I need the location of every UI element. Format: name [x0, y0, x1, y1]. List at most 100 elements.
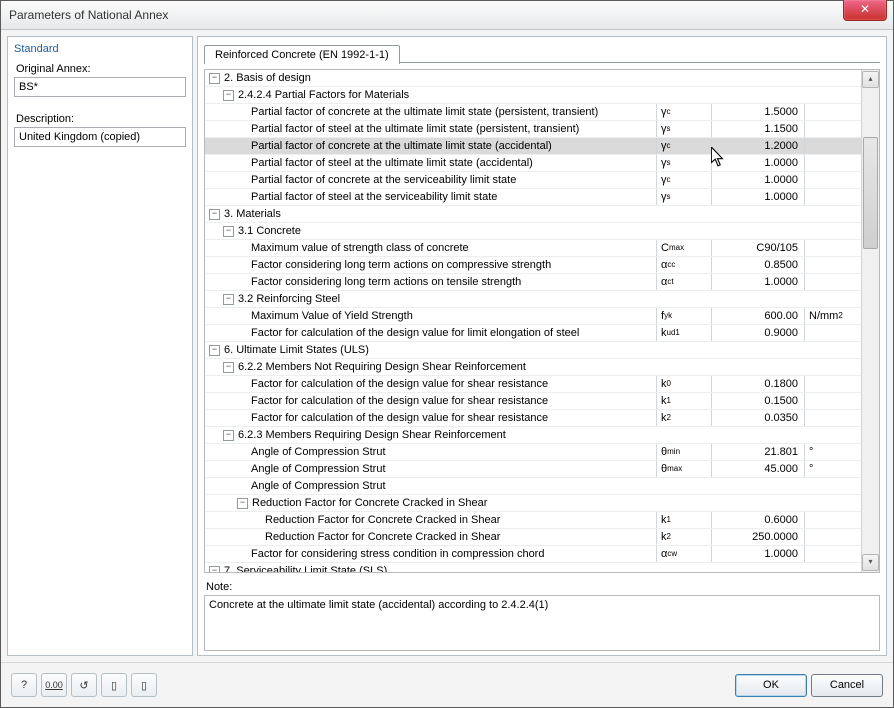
row-value[interactable]: 600.00	[711, 308, 804, 324]
expand-toggle[interactable]: −	[223, 294, 234, 305]
reset-button[interactable]: ↺	[71, 673, 97, 697]
row-label: 7. Serviceability Limit State (SLS)	[224, 565, 387, 572]
parameter-row[interactable]: Partial factor of steel at the ultimate …	[205, 121, 861, 138]
row-value[interactable]: 1.0000	[711, 546, 804, 562]
parameter-row[interactable]: Factor for considering stress condition …	[205, 546, 861, 563]
scroll-up-button[interactable]: ▴	[862, 71, 879, 88]
parameter-row[interactable]: −2. Basis of design	[205, 70, 861, 87]
parameter-row[interactable]: Partial factor of concrete at the ultima…	[205, 104, 861, 121]
parameter-row[interactable]: Partial factor of steel at the ultimate …	[205, 155, 861, 172]
tool-button-5[interactable]: ▯	[131, 673, 157, 697]
row-label: 2. Basis of design	[224, 72, 311, 84]
row-value[interactable]: 0.8500	[711, 257, 804, 273]
row-value[interactable]: 1.2000	[711, 138, 804, 154]
input-original-annex[interactable]	[14, 77, 186, 97]
scroll-thumb[interactable]	[863, 137, 878, 249]
row-value[interactable]: 250.0000	[711, 529, 804, 545]
close-icon: ✕	[860, 2, 870, 16]
close-button[interactable]: ✕	[843, 0, 887, 21]
expand-toggle[interactable]: −	[237, 498, 248, 509]
row-unit	[805, 495, 861, 511]
expand-toggle[interactable]: −	[223, 90, 234, 101]
row-unit	[805, 291, 861, 307]
row-value[interactable]: 0.0350	[711, 410, 804, 426]
expand-toggle[interactable]: −	[223, 430, 234, 441]
parameter-row[interactable]: −7. Serviceability Limit State (SLS)	[205, 563, 861, 572]
row-unit	[804, 376, 861, 392]
expand-toggle[interactable]: −	[223, 362, 234, 373]
row-symbol: θmax	[656, 461, 711, 477]
tool-button-4[interactable]: ▯	[101, 673, 127, 697]
row-symbol	[659, 206, 713, 222]
row-unit: °	[804, 461, 861, 477]
expand-toggle[interactable]: −	[209, 73, 220, 84]
row-symbol: γc	[656, 138, 711, 154]
row-value[interactable]: 0.1800	[711, 376, 804, 392]
cancel-button[interactable]: Cancel	[811, 674, 883, 697]
row-value[interactable]: 1.0000	[711, 274, 804, 290]
parameter-row[interactable]: Factor considering long term actions on …	[205, 257, 861, 274]
row-symbol	[659, 223, 713, 239]
help-button[interactable]: ?	[11, 673, 37, 697]
expand-toggle[interactable]: −	[209, 209, 220, 220]
parameter-row[interactable]: −6. Ultimate Limit States (ULS)	[205, 342, 861, 359]
parameter-row[interactable]: Angle of Compression Strutθmax45.000°	[205, 461, 861, 478]
parameter-row[interactable]: Partial factor of steel at the serviceab…	[205, 189, 861, 206]
row-value[interactable]: 0.1500	[711, 393, 804, 409]
row-value[interactable]: 0.6000	[711, 512, 804, 528]
row-value[interactable]: C90/105	[711, 240, 804, 256]
parameter-row[interactable]: −2.4.2.4 Partial Factors for Materials	[205, 87, 861, 104]
parameter-row[interactable]: Reduction Factor for Concrete Cracked in…	[205, 529, 861, 546]
scroll-down-button[interactable]: ▾	[862, 554, 879, 571]
parameter-row[interactable]: Angle of Compression Strut	[205, 478, 861, 495]
input-description[interactable]	[14, 127, 186, 147]
parameter-row[interactable]: −6.2.2 Members Not Requiring Design Shea…	[205, 359, 861, 376]
row-value[interactable]: 45.000	[711, 461, 804, 477]
row-value[interactable]: 1.0000	[711, 155, 804, 171]
row-value	[713, 563, 805, 572]
parameter-row[interactable]: Partial factor of concrete at the ultima…	[205, 138, 861, 155]
row-symbol: k2	[656, 410, 711, 426]
row-symbol: αct	[656, 274, 711, 290]
parameter-row[interactable]: Factor for calculation of the design val…	[205, 325, 861, 342]
row-value	[713, 478, 805, 494]
row-value[interactable]: 1.5000	[711, 104, 804, 120]
expand-toggle[interactable]: −	[209, 345, 220, 356]
row-unit	[805, 478, 861, 494]
expand-toggle[interactable]: −	[223, 226, 234, 237]
parameter-row[interactable]: Partial factor of concrete at the servic…	[205, 172, 861, 189]
parameter-row[interactable]: Maximum Value of Yield Strengthfyk600.00…	[205, 308, 861, 325]
parameter-row[interactable]: Angle of Compression Strutθmin21.801°	[205, 444, 861, 461]
row-label: Partial factor of concrete at the ultima…	[251, 140, 552, 152]
ok-button[interactable]: OK	[735, 674, 807, 697]
row-unit	[804, 138, 861, 154]
left-panel: Standard Original Annex: Description:	[7, 36, 193, 656]
row-label: Partial factor of steel at the ultimate …	[251, 157, 533, 169]
scrollbar-vertical[interactable]: ▴ ▾	[861, 70, 879, 572]
parameter-row[interactable]: Factor for calculation of the design val…	[205, 393, 861, 410]
parameter-row[interactable]: Factor considering long term actions on …	[205, 274, 861, 291]
row-value[interactable]: 0.9000	[711, 325, 804, 341]
row-value[interactable]: 1.0000	[711, 189, 804, 205]
parameter-row[interactable]: −Reduction Factor for Concrete Cracked i…	[205, 495, 861, 512]
tab-reinforced-concrete[interactable]: Reinforced Concrete (EN 1992-1-1)	[204, 45, 400, 64]
parameter-row[interactable]: −3.2 Reinforcing Steel	[205, 291, 861, 308]
row-value[interactable]: 1.0000	[711, 172, 804, 188]
expand-toggle[interactable]: −	[209, 566, 220, 573]
units-button[interactable]: 0.00	[41, 673, 67, 697]
parameter-row[interactable]: Reduction Factor for Concrete Cracked in…	[205, 512, 861, 529]
tabstrip: Reinforced Concrete (EN 1992-1-1)	[204, 41, 880, 63]
note-textbox[interactable]: Concrete at the ultimate limit state (ac…	[204, 595, 880, 651]
parameter-row[interactable]: Factor for calculation of the design val…	[205, 410, 861, 427]
parameter-row[interactable]: Factor for calculation of the design val…	[205, 376, 861, 393]
parameter-tree: −2. Basis of design−2.4.2.4 Partial Fact…	[204, 69, 880, 573]
row-symbol	[659, 359, 713, 375]
row-value[interactable]: 21.801	[711, 444, 804, 460]
parameter-row[interactable]: −3.1 Concrete	[205, 223, 861, 240]
row-label: Factor considering long term actions on …	[251, 259, 551, 271]
parameter-row[interactable]: −3. Materials	[205, 206, 861, 223]
row-value[interactable]: 1.1500	[711, 121, 804, 137]
row-symbol: k1	[656, 393, 711, 409]
parameter-row[interactable]: Maximum value of strength class of concr…	[205, 240, 861, 257]
parameter-row[interactable]: −6.2.3 Members Requiring Design Shear Re…	[205, 427, 861, 444]
